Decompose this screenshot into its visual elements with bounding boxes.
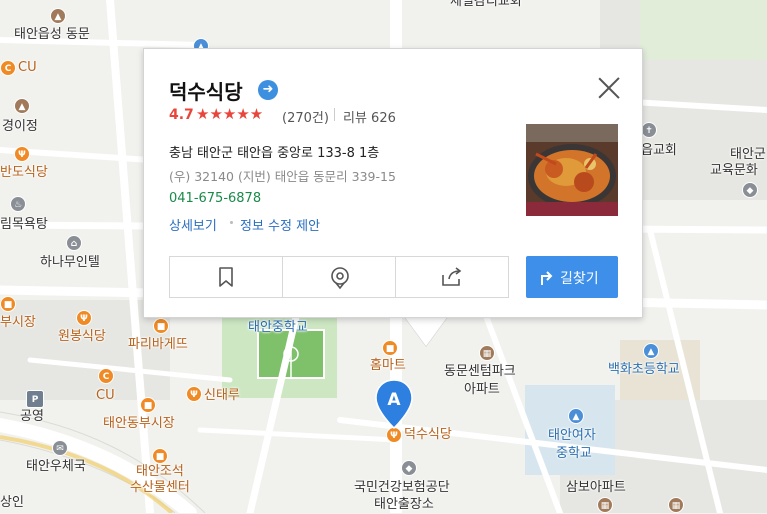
map-label[interactable]: 경이정 — [2, 119, 38, 135]
map-label[interactable]: CU — [18, 60, 37, 76]
school-icon[interactable]: ▲ — [568, 408, 584, 424]
map-label[interactable]: 하나무인텔 — [40, 255, 100, 271]
public-office-icon[interactable]: ◆ — [401, 460, 417, 476]
map-label[interactable]: 신태루 — [204, 388, 240, 404]
motel-icon[interactable]: ⌂ — [66, 235, 82, 251]
directions-icon — [541, 271, 553, 285]
restaurant-icon[interactable]: Ψ — [76, 310, 92, 326]
zip-and-jibun-address: (우) 32140 (지번) 태안읍 동문리 339-15 — [169, 169, 396, 184]
action-button-group — [169, 256, 509, 298]
map-label[interactable]: 공영 — [20, 409, 44, 425]
map-label[interactable]: 태안중학교 — [248, 320, 308, 336]
roadview-button[interactable] — [283, 257, 396, 297]
landmark-icon[interactable]: ▲ — [50, 8, 66, 24]
restaurant-icon[interactable]: Ψ — [186, 386, 202, 402]
landmark-icon[interactable]: ▲ — [14, 98, 30, 114]
card-pointer — [404, 316, 448, 346]
share-icon — [442, 267, 462, 286]
map-label[interactable]: 상인 — [0, 495, 24, 511]
map-label[interactable]: 태안여자 — [548, 428, 596, 444]
location-marker-a[interactable]: A — [374, 378, 414, 434]
directions-label: 길찾기 — [560, 271, 599, 287]
apartment-icon[interactable]: ▦ — [597, 497, 613, 513]
suggest-edit-link[interactable]: 정보 수정 제안 — [240, 215, 320, 234]
map-label[interactable]: 림목욕탕 — [0, 217, 48, 233]
map-label[interactable]: 중학교 — [556, 446, 592, 462]
map-label[interactable]: 동문센텀파크 — [444, 364, 516, 380]
divider — [334, 108, 335, 121]
school-icon[interactable]: ▲ — [643, 343, 659, 359]
phone-number[interactable]: 041-675-6878 — [169, 191, 261, 206]
star-rating: ★★★★★ — [196, 105, 264, 123]
map-label[interactable]: 태안출장소 — [374, 497, 434, 513]
map-label[interactable]: 태안조석 — [136, 464, 184, 480]
map-label[interactable]: 원봉식당 — [58, 329, 106, 345]
roadview-icon — [331, 267, 349, 290]
apartment-icon[interactable]: ▦ — [668, 497, 684, 513]
rating-score: 4.7 — [169, 107, 194, 123]
map-label[interactable]: 파리바게뜨 — [128, 337, 188, 353]
map-label[interactable]: 수산물센터 — [130, 480, 190, 496]
map-label[interactable]: 부시장 — [0, 315, 36, 331]
detail-link[interactable]: 상세보기 — [169, 215, 217, 234]
convenience-store-icon[interactable]: C — [98, 368, 114, 384]
map-label[interactable]: CU — [96, 388, 115, 404]
market-icon[interactable]: ■ — [0, 296, 16, 312]
map-label[interactable]: 제일감리교회 — [450, 0, 522, 10]
close-icon[interactable] — [596, 75, 622, 101]
market-icon[interactable]: ■ — [152, 448, 168, 464]
post-office-icon[interactable]: ✉ — [52, 440, 68, 456]
convenience-store-icon[interactable]: C — [0, 60, 16, 76]
review-count[interactable]: 리뷰 626 — [343, 107, 396, 126]
bakery-icon[interactable]: ■ — [153, 318, 169, 334]
market-icon[interactable]: ■ — [140, 397, 156, 413]
directions-button[interactable]: 길찾기 — [526, 256, 618, 298]
apartment-icon[interactable]: ▦ — [479, 345, 495, 361]
map-label[interactable]: 국민건강보험공단 — [354, 480, 450, 496]
map-label[interactable]: 홈마트 — [370, 358, 406, 374]
restaurant-icon[interactable]: Ψ — [14, 146, 30, 162]
bookmark-icon — [219, 267, 233, 287]
road-address: 충남 태안군 태안읍 중앙로 133-8 1층 — [169, 146, 380, 161]
marker-letter: A — [387, 390, 401, 410]
map-label[interactable]: 태안읍성 동문 — [14, 27, 90, 43]
share-button[interactable] — [396, 257, 508, 297]
map-label[interactable]: 읍교회 — [641, 143, 677, 159]
map-label[interactable]: 교육문화 — [710, 163, 758, 179]
map-label[interactable]: 반도식당 — [0, 165, 48, 181]
arrow-right-circle-icon[interactable]: ➜ — [258, 80, 278, 100]
map-label[interactable]: 아파트 — [464, 382, 500, 398]
map-label[interactable]: 태안군 — [730, 147, 766, 163]
bath-icon[interactable]: ♨ — [10, 196, 26, 212]
map-label[interactable]: 태안우체국 — [26, 459, 86, 475]
parking-icon[interactable]: P — [26, 390, 44, 408]
place-photo[interactable] — [526, 124, 618, 216]
map-label[interactable]: 백화초등학교 — [608, 362, 680, 378]
bookmark-button[interactable] — [170, 257, 283, 297]
church-icon[interactable]: ✝ — [641, 122, 657, 138]
mart-icon[interactable]: ■ — [382, 340, 398, 356]
culture-center-icon[interactable]: ◆ — [742, 182, 758, 198]
map-label[interactable]: 태안동부시장 — [103, 416, 175, 432]
place-info-card: 덕수식당 ➜ 4.7 ★★★★★ (270건) 리뷰 626 충남 태안군 태안… — [143, 48, 643, 318]
place-name[interactable]: 덕수식당 — [169, 76, 243, 105]
rating-count[interactable]: (270건) — [282, 107, 329, 126]
map-label[interactable]: 삼보아파트 — [566, 480, 626, 496]
divider — [230, 221, 233, 224]
